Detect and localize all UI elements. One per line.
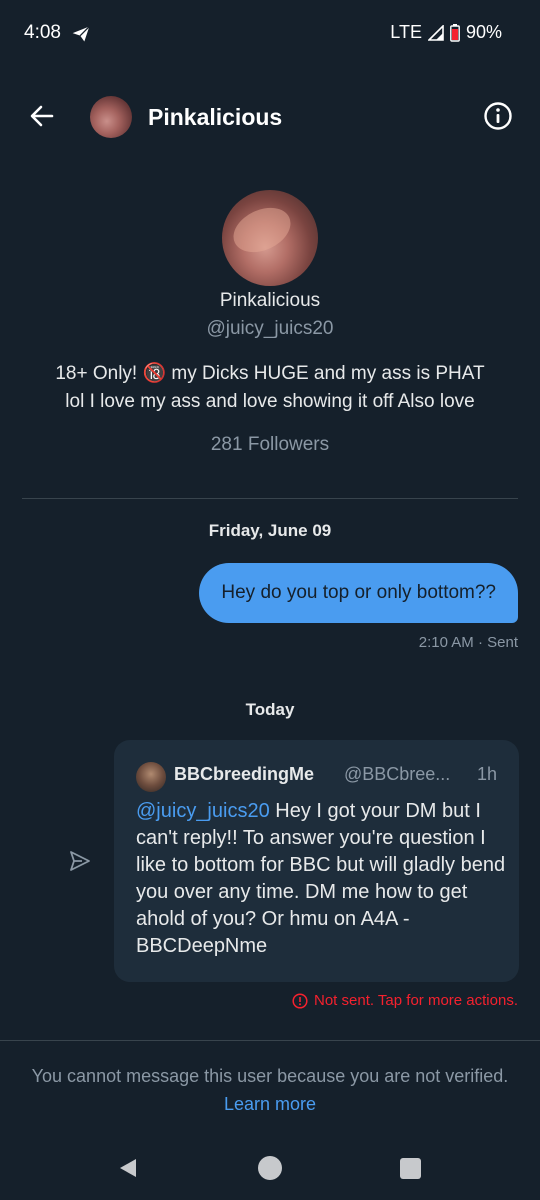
- status-indicators: LTE 90%: [390, 22, 502, 43]
- profile-bio: 18+ Only! 🔞 my Dicks HUGE and my ass is …: [40, 360, 500, 416]
- battery-icon: [450, 23, 460, 42]
- alert-circle-icon: [292, 992, 308, 1009]
- profile-avatar[interactable]: [222, 190, 318, 286]
- tweet-text: @juicy_juics20 Hey I got your DM but I c…: [136, 798, 506, 960]
- signal-icon: [427, 24, 444, 41]
- tweet-author-name: BBCbreedingMe: [174, 764, 315, 784]
- send-error-text: Not sent. Tap for more actions.: [314, 992, 518, 1009]
- profile-name[interactable]: Pinkalicious: [0, 290, 540, 312]
- profile-handle[interactable]: @juicy_juics20: [0, 318, 540, 340]
- dm-screen: 4:08 LTE 90% Pinkalicious Pinkalicious @…: [0, 0, 540, 1200]
- battery-level: 90%: [465, 22, 502, 42]
- status-bar: 4:08 LTE 90%: [0, 0, 540, 66]
- header-title[interactable]: Pinkalicious: [148, 104, 282, 131]
- shared-tweet-card[interactable]: BBCbreedingMe @BBCbree... 1h @juicy_juic…: [114, 740, 519, 982]
- profile-bio-line: lol I love my ass and love showing it of…: [65, 391, 475, 412]
- sent-message-meta: 2:10 AM · Sent: [418, 634, 518, 651]
- profile-bio-line: 18+ Only! 🔞 my Dicks HUGE and my ass is …: [55, 363, 485, 384]
- followers-count[interactable]: 281 Followers: [0, 434, 540, 456]
- date-separator: Today: [245, 700, 295, 719]
- tweet-timestamp: 1h: [476, 764, 497, 784]
- sent-message-bubble[interactable]: Hey do you top or only bottom??: [199, 563, 518, 623]
- date-separator: Friday, June 09: [208, 521, 332, 540]
- divider: [22, 498, 518, 499]
- nav-home-icon[interactable]: [258, 1156, 282, 1180]
- back-arrow-icon[interactable]: [26, 100, 58, 132]
- tweet-author-avatar: [136, 762, 166, 792]
- nav-back-icon[interactable]: [116, 1156, 140, 1180]
- telegram-icon: [72, 26, 90, 42]
- nav-recents-icon[interactable]: [400, 1158, 421, 1179]
- conversation-header: Pinkalicious: [0, 88, 540, 146]
- info-icon[interactable]: [482, 100, 514, 132]
- header-avatar[interactable]: [90, 96, 132, 138]
- cannot-message-notice: You cannot message this user because you…: [31, 1066, 509, 1086]
- tweet-mention-link[interactable]: @juicy_juics20: [136, 800, 270, 822]
- tweet-author-handle: @BBCbree...: [344, 764, 451, 784]
- learn-more-link[interactable]: Learn more: [0, 1094, 540, 1115]
- send-error[interactable]: Not sent. Tap for more actions.: [292, 992, 518, 1009]
- tweet-text-body: Hey I got your DM but I can't reply!! To…: [136, 800, 506, 957]
- network-label: LTE: [390, 22, 422, 42]
- send-icon[interactable]: [68, 849, 92, 873]
- status-time: 4:08: [24, 22, 61, 43]
- divider: [0, 1040, 540, 1041]
